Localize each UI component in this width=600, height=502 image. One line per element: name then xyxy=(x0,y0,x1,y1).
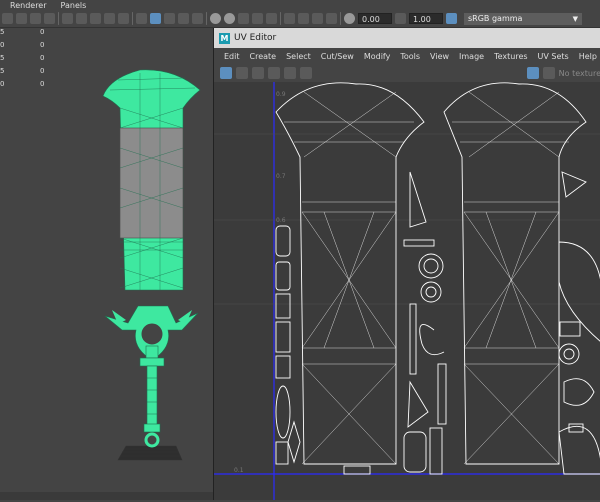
uv-filter-icon[interactable] xyxy=(284,67,296,79)
uv-axis-label-01: 0.1 xyxy=(234,467,244,474)
menu-cut-sew[interactable]: Cut/Sew xyxy=(321,52,354,61)
sword-model xyxy=(102,69,201,461)
camera-icon[interactable] xyxy=(2,13,13,24)
uv-editor-window: M UV Editor Edit Create Select Cut/Sew M… xyxy=(213,28,600,500)
menu-tools[interactable]: Tools xyxy=(400,52,420,61)
grip-shell xyxy=(275,225,291,257)
menu-textures[interactable]: Textures xyxy=(494,52,527,61)
separator xyxy=(132,12,133,25)
resolution-gate-icon[interactable] xyxy=(90,13,101,24)
channel-row: 50 xyxy=(0,28,45,36)
wireframe-on-shaded-icon[interactable] xyxy=(164,13,175,24)
channel-row: 50 xyxy=(0,54,45,62)
grid-icon[interactable] xyxy=(62,13,73,24)
uv-checker-icon[interactable] xyxy=(252,67,264,79)
menu-uv-sets[interactable]: UV Sets xyxy=(538,52,569,61)
uv-layout: 0.9 0.7 0.6 0.1 xyxy=(214,82,600,500)
shadows-icon[interactable] xyxy=(210,13,221,24)
film-gate-icon[interactable] xyxy=(76,13,87,24)
uv-editor-toolbar: No texture xyxy=(214,64,600,83)
xray-icon[interactable] xyxy=(284,13,295,24)
channel-row: 50 xyxy=(0,67,45,75)
color-space-value: sRGB gamma xyxy=(468,13,523,23)
menu-help[interactable]: Help xyxy=(579,52,597,61)
gamma-icon[interactable] xyxy=(395,13,406,24)
wireframe-icon[interactable] xyxy=(136,13,147,24)
sword-grip xyxy=(139,345,165,448)
chevron-down-icon: ▼ xyxy=(572,14,578,23)
camera-attributes-icon[interactable] xyxy=(16,13,27,24)
channel-row: 00 xyxy=(0,80,45,88)
uv-editor-canvas[interactable]: 0.9 0.7 0.6 0.1 xyxy=(214,82,600,500)
isolate-select-icon[interactable] xyxy=(266,13,277,24)
uv-editor-title: UV Editor xyxy=(234,33,277,43)
uv-axis-label-09: 0.9 xyxy=(276,91,286,98)
maya-logo-icon: M xyxy=(219,32,230,44)
uv-grid-icon[interactable] xyxy=(220,67,232,79)
menu-create[interactable]: Create xyxy=(250,52,277,61)
channel-row: 00 xyxy=(0,41,45,49)
checker-pattern-icon[interactable] xyxy=(542,67,555,79)
ground-shadow xyxy=(117,445,183,461)
textured-icon[interactable] xyxy=(178,13,189,24)
channel-box: 50 00 50 50 00 xyxy=(0,28,110,93)
uv-shells xyxy=(275,82,600,475)
field-chart-icon[interactable] xyxy=(118,13,129,24)
image-plane-icon[interactable] xyxy=(44,13,55,24)
lights-icon[interactable] xyxy=(192,13,203,24)
sword-blade xyxy=(102,69,201,291)
blade-shell-right xyxy=(443,82,587,465)
menu-panels[interactable]: Panels xyxy=(61,1,87,10)
uv-editor-titlebar[interactable]: M UV Editor xyxy=(214,28,600,48)
texture-controls: No texture xyxy=(526,67,600,79)
menu-select[interactable]: Select xyxy=(286,52,311,61)
uv-snapshot-icon[interactable] xyxy=(300,67,312,79)
gate-mask-icon[interactable] xyxy=(104,13,115,24)
separator xyxy=(58,12,59,25)
uv-axis-label-07: 0.7 xyxy=(276,173,286,180)
color-management-icon[interactable] xyxy=(446,13,457,24)
image-display-icon[interactable] xyxy=(526,67,539,79)
spike-shell xyxy=(409,171,427,228)
menu-edit[interactable]: Edit xyxy=(224,52,240,61)
separator xyxy=(340,12,341,25)
antialias-icon[interactable] xyxy=(238,13,249,24)
uv-editor-menubar: Edit Create Select Cut/Sew Modify Tools … xyxy=(214,48,600,64)
separator xyxy=(206,12,207,25)
viewport-bottom-bar xyxy=(0,492,213,500)
xray-active-icon[interactable] xyxy=(312,13,323,24)
viewport-toolbar: 0.00 1.00 sRGB gamma ▼ xyxy=(0,10,600,28)
menu-image[interactable]: Image xyxy=(459,52,484,61)
exposure-field[interactable]: 0.00 xyxy=(358,13,392,24)
gamma-field[interactable]: 1.00 xyxy=(409,13,443,24)
exposure-icon[interactable] xyxy=(344,13,355,24)
blade-shell-left xyxy=(275,82,425,465)
backface-culling-icon[interactable] xyxy=(326,13,337,24)
separator xyxy=(280,12,281,25)
bookmark-icon[interactable] xyxy=(30,13,41,24)
perspective-viewport[interactable] xyxy=(0,28,213,500)
menu-view[interactable]: View xyxy=(430,52,449,61)
xray-joints-icon[interactable] xyxy=(298,13,309,24)
menu-renderer[interactable]: Renderer xyxy=(10,1,47,10)
depth-of-field-icon[interactable] xyxy=(252,13,263,24)
ambient-occlusion-icon[interactable] xyxy=(224,13,235,24)
menu-modify[interactable]: Modify xyxy=(364,52,391,61)
uv-axis-label-06: 0.6 xyxy=(276,217,286,224)
smooth-shade-icon[interactable] xyxy=(150,13,161,24)
color-space-dropdown[interactable]: sRGB gamma ▼ xyxy=(464,12,582,25)
uv-distortion-icon[interactable] xyxy=(268,67,280,79)
main-menubar: Renderer Panels xyxy=(0,0,600,10)
no-texture-label: No texture xyxy=(558,68,600,78)
uv-shell-icon[interactable] xyxy=(236,67,248,79)
